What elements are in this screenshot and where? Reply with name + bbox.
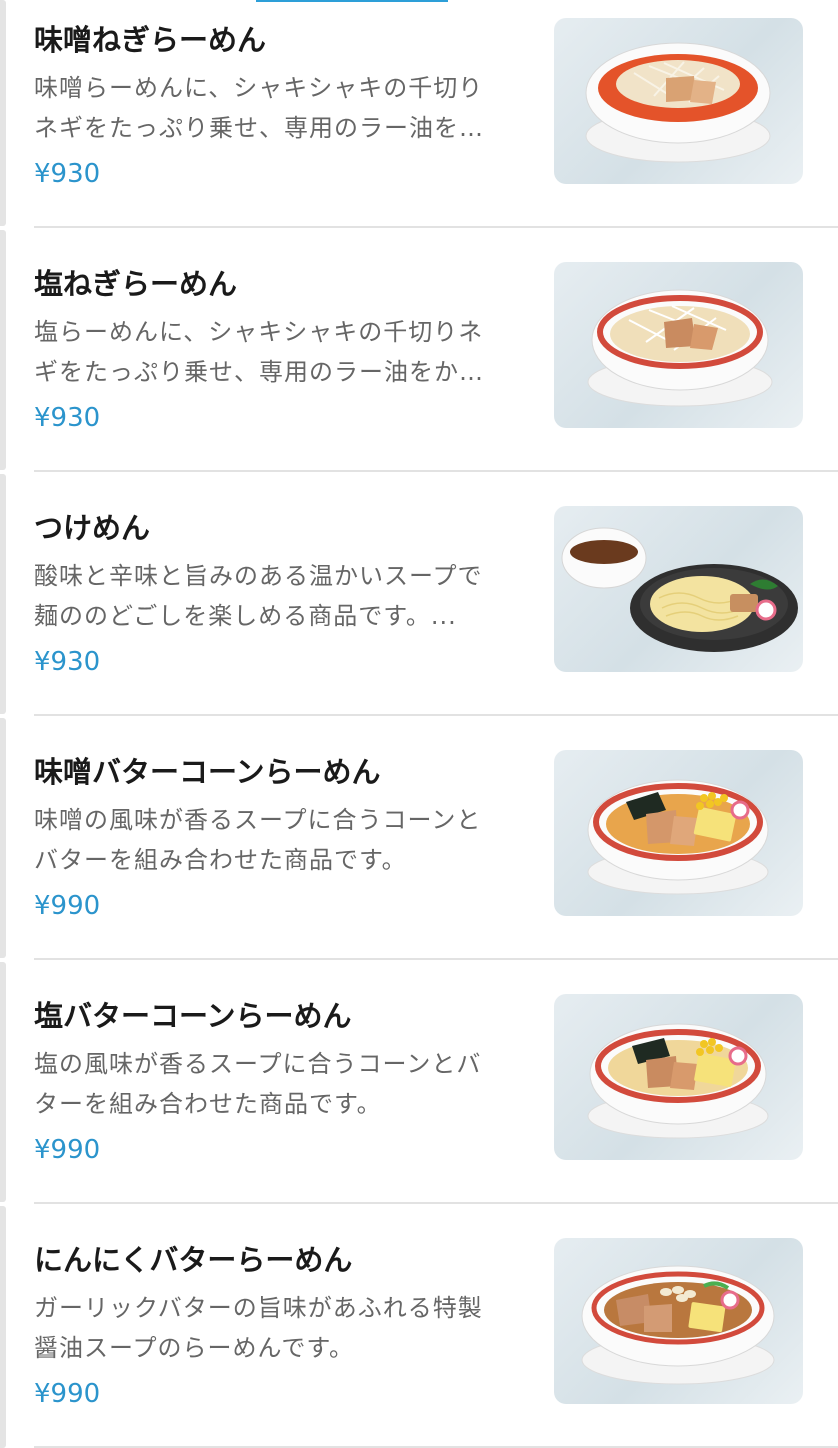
item-name: つけめん [34,511,151,545]
item-description-line: ネギをたっぷり乗せ、専用のラー油を… [34,114,484,142]
item-name: 塩ねぎらーめん [34,267,238,301]
item-description: 酸味と辛味と旨みのある温かいスープで 麺ののどごしを楽しめる商品です。... [34,556,526,636]
item-description-line: 酸味と辛味と旨みのある温かいスープで [34,562,483,590]
item-description: ガーリックバターの旨味があふれる特製 醤油スープのらーめんです。 [34,1288,526,1368]
menu-item-tsukemen[interactable]: つけめん 酸味と辛味と旨みのある温かいスープで 麺ののどごしを楽しめる商品です。… [0,472,838,716]
item-description: 味噌らーめんに、シャキシャキの千切り ネギをたっぷり乗せ、専用のラー油を… [34,68,526,148]
shio-butter-corn-ramen-photo[interactable] [554,994,803,1160]
item-description: 塩らーめんに、シャキシャキの千切りネ ギをたっぷり乗せ、専用のラー油をか… [34,312,526,392]
item-price: ¥930 [34,647,101,677]
miso-negi-ramen-photo[interactable] [554,18,803,184]
garlic-butter-ramen-photo[interactable] [554,1238,803,1404]
item-price: ¥930 [34,403,101,433]
menu-item-miso-negi-ramen[interactable]: 味噌ねぎらーめん 味噌らーめんに、シャキシャキの千切り ネギをたっぷり乗せ、専用… [0,0,838,228]
item-description-line: 麺ののどごしを楽しめる商品です。... [34,602,457,630]
item-description-line: 味噌の風味が香るスープに合うコーンと [34,806,482,834]
shio-negi-ramen-photo[interactable] [554,262,803,428]
item-price: ¥990 [34,1135,101,1165]
item-description: 味噌の風味が香るスープに合うコーンと バターを組み合わせた商品です。 [34,800,526,880]
item-description-line: 塩らーめんに、シャキシャキの千切りネ [34,318,484,346]
item-name: にんにくバターらーめん [34,1243,353,1277]
item-price: ¥990 [34,1379,101,1409]
item-name: 味噌ねぎらーめん [34,23,267,57]
tsukemen-photo[interactable] [554,506,803,672]
miso-butter-corn-ramen-photo[interactable] [554,750,803,916]
menu-item-miso-butter-corn-ramen[interactable]: 味噌バターコーンらーめん 味噌の風味が香るスープに合うコーンと バターを組み合わ… [0,716,838,960]
menu-item-garlic-butter-ramen[interactable]: にんにくバターらーめん ガーリックバターの旨味があふれる特製 醤油スープのらーめ… [0,1204,838,1448]
item-name: 味噌バターコーンらーめん [34,755,381,789]
item-price: ¥990 [34,891,101,921]
item-description-line: 塩の風味が香るスープに合うコーンとバ [34,1050,482,1078]
item-description-line: ターを組み合わせた商品です。 [34,1090,382,1118]
item-price: ¥930 [34,159,101,189]
item-description-line: 味噌らーめんに、シャキシャキの千切り [34,74,484,102]
menu-item-shio-butter-corn-ramen[interactable]: 塩バターコーンらーめん 塩の風味が香るスープに合うコーンとバ ターを組み合わせた… [0,960,838,1204]
item-description-line: ギをたっぷり乗せ、専用のラー油をか… [34,358,484,386]
item-description-line: ガーリックバターの旨味があふれる特製 [34,1294,483,1322]
menu-item-shio-negi-ramen[interactable]: 塩ねぎらーめん 塩らーめんに、シャキシャキの千切りネ ギをたっぷり乗せ、専用のラ… [0,228,838,472]
item-name: 塩バターコーンらーめん [34,999,352,1033]
item-description-line: 醤油スープのらーめんです。 [34,1334,354,1362]
item-description: 塩の風味が香るスープに合うコーンとバ ターを組み合わせた商品です。 [34,1044,526,1124]
item-description-line: バターを組み合わせた商品です。 [34,846,407,874]
